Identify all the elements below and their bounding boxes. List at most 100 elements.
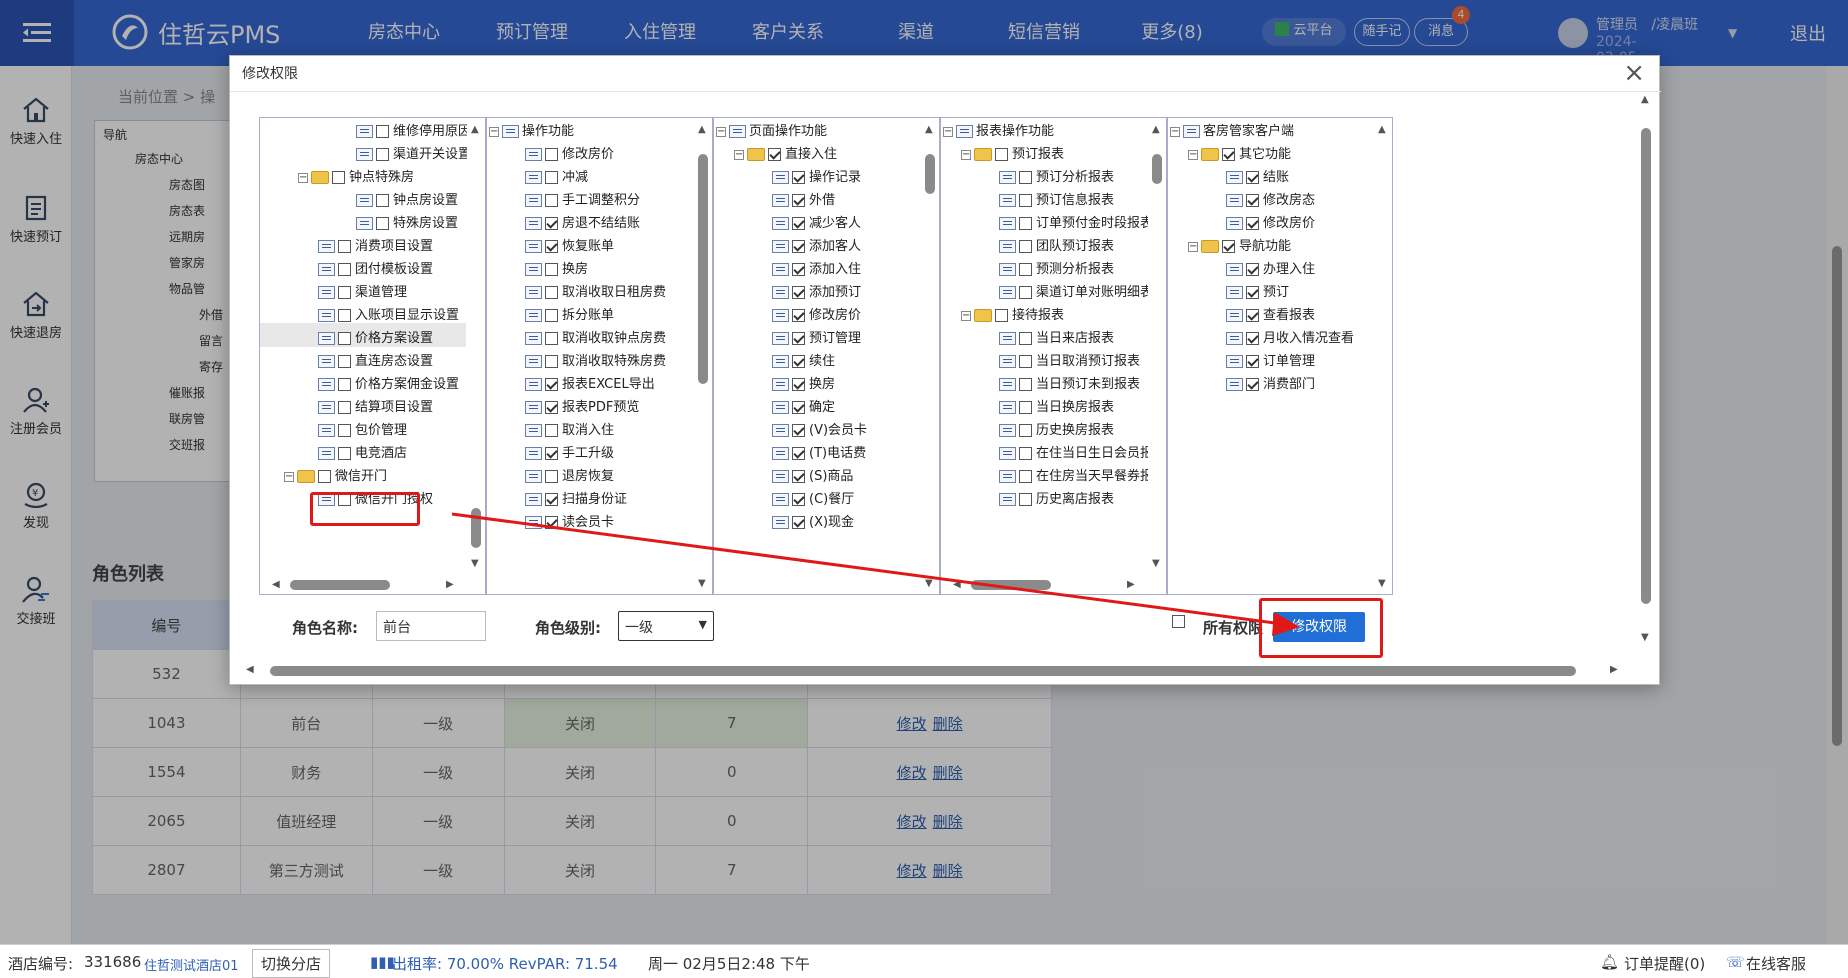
- permission-checkbox[interactable]: [1019, 217, 1032, 230]
- collapse-toggle-icon[interactable]: −: [734, 149, 744, 160]
- permission-checkbox[interactable]: [545, 171, 558, 184]
- switch-branch-button[interactable]: 切换分店: [252, 949, 331, 978]
- permission-checkbox[interactable]: [1019, 240, 1032, 253]
- permission-checkbox[interactable]: [545, 194, 558, 207]
- permission-checkbox[interactable]: [338, 309, 351, 322]
- permission-checkbox[interactable]: [545, 309, 558, 322]
- permission-checkbox[interactable]: [1246, 378, 1259, 391]
- permission-checkbox[interactable]: [318, 470, 331, 483]
- permission-checkbox[interactable]: [545, 401, 558, 414]
- permission-checkbox[interactable]: [338, 240, 351, 253]
- tree-node[interactable]: 读会员卡: [525, 509, 614, 536]
- tree-node[interactable]: (X)现金: [772, 509, 854, 536]
- permission-checkbox[interactable]: [768, 148, 781, 161]
- dialog-vertical-scrollbar[interactable]: ▲ ▼: [1635, 92, 1657, 652]
- all-permissions-checkbox[interactable]: [1172, 615, 1185, 628]
- collapse-toggle-icon[interactable]: −: [1188, 241, 1198, 252]
- permission-checkbox[interactable]: [1222, 148, 1235, 161]
- permission-checkbox[interactable]: [545, 493, 558, 506]
- permission-checkbox[interactable]: [1246, 332, 1259, 345]
- permission-checkbox[interactable]: [1246, 217, 1259, 230]
- panel-vertical-scrollbar[interactable]: ▲ ▼: [1148, 118, 1166, 594]
- permission-checkbox[interactable]: [338, 263, 351, 276]
- permission-checkbox[interactable]: [995, 148, 1008, 161]
- online-service-link[interactable]: 在线客服: [1746, 953, 1806, 974]
- permission-checkbox[interactable]: [1246, 355, 1259, 368]
- permission-checkbox[interactable]: [1019, 493, 1032, 506]
- panel-vertical-scrollbar[interactable]: ▲ ▼: [921, 118, 939, 594]
- permission-checkbox[interactable]: [1019, 424, 1032, 437]
- permission-checkbox[interactable]: [1222, 240, 1235, 253]
- panel-vertical-scrollbar[interactable]: ▲ ▼: [1374, 118, 1392, 594]
- close-icon[interactable]: ×: [1623, 58, 1645, 88]
- permission-checkbox[interactable]: [792, 240, 805, 253]
- permission-checkbox[interactable]: [1246, 171, 1259, 184]
- permission-checkbox[interactable]: [792, 401, 805, 414]
- permission-checkbox[interactable]: [338, 378, 351, 391]
- permission-checkbox[interactable]: [792, 493, 805, 506]
- permission-checkbox[interactable]: [545, 286, 558, 299]
- panel-vertical-scrollbar[interactable]: ▲ ▼: [694, 118, 712, 594]
- permission-checkbox[interactable]: [1246, 286, 1259, 299]
- permission-checkbox[interactable]: [792, 309, 805, 322]
- permission-checkbox[interactable]: [545, 217, 558, 230]
- permission-checkbox[interactable]: [545, 263, 558, 276]
- role-level-select[interactable]: 一级 ▼: [618, 611, 714, 641]
- permission-checkbox[interactable]: [338, 424, 351, 437]
- permission-checkbox[interactable]: [1019, 194, 1032, 207]
- permission-checkbox[interactable]: [1019, 378, 1032, 391]
- permission-checkbox[interactable]: [376, 125, 389, 138]
- permission-checkbox[interactable]: [792, 516, 805, 529]
- panel-vertical-scrollbar[interactable]: ▲ ▼: [467, 118, 485, 594]
- permission-checkbox[interactable]: [792, 447, 805, 460]
- permission-checkbox[interactable]: [376, 194, 389, 207]
- permission-checkbox[interactable]: [545, 470, 558, 483]
- permission-checkbox[interactable]: [1246, 309, 1259, 322]
- permission-checkbox[interactable]: [792, 171, 805, 184]
- permission-checkbox[interactable]: [792, 332, 805, 345]
- permission-checkbox[interactable]: [1019, 447, 1032, 460]
- permission-checkbox[interactable]: [338, 332, 351, 345]
- permission-checkbox[interactable]: [792, 355, 805, 368]
- collapse-toggle-icon[interactable]: −: [943, 126, 953, 137]
- permission-checkbox[interactable]: [792, 286, 805, 299]
- permission-checkbox[interactable]: [545, 516, 558, 529]
- permission-checkbox[interactable]: [792, 470, 805, 483]
- permission-checkbox[interactable]: [792, 378, 805, 391]
- permission-checkbox[interactable]: [792, 217, 805, 230]
- permission-checkbox[interactable]: [1246, 263, 1259, 276]
- collapse-toggle-icon[interactable]: −: [489, 126, 499, 137]
- role-name-input[interactable]: 前台: [376, 611, 486, 641]
- collapse-toggle-icon[interactable]: −: [961, 310, 971, 321]
- permission-checkbox[interactable]: [545, 355, 558, 368]
- permission-checkbox[interactable]: [792, 263, 805, 276]
- permission-checkbox[interactable]: [995, 309, 1008, 322]
- panel-horizontal-scrollbar[interactable]: ◀ ▶: [941, 576, 1166, 594]
- collapse-toggle-icon[interactable]: −: [284, 471, 294, 482]
- permission-checkbox[interactable]: [1019, 332, 1032, 345]
- panel-horizontal-scrollbar[interactable]: ◀ ▶: [260, 576, 485, 594]
- collapse-toggle-icon[interactable]: −: [298, 172, 308, 183]
- permission-checkbox[interactable]: [1246, 194, 1259, 207]
- permission-checkbox[interactable]: [1019, 263, 1032, 276]
- dialog-horizontal-scrollbar[interactable]: ◀ ▶: [230, 660, 1635, 682]
- permission-checkbox[interactable]: [545, 240, 558, 253]
- permission-checkbox[interactable]: [545, 148, 558, 161]
- tree-node[interactable]: 历史离店报表: [999, 486, 1114, 513]
- permission-checkbox[interactable]: [376, 148, 389, 161]
- permission-checkbox[interactable]: [338, 447, 351, 460]
- permission-checkbox[interactable]: [1019, 470, 1032, 483]
- permission-checkbox[interactable]: [545, 332, 558, 345]
- permission-checkbox[interactable]: [545, 424, 558, 437]
- permission-checkbox[interactable]: [1019, 401, 1032, 414]
- permission-checkbox[interactable]: [338, 401, 351, 414]
- permission-checkbox[interactable]: [1019, 171, 1032, 184]
- tree-node[interactable]: 消费部门: [1226, 371, 1315, 398]
- permission-checkbox[interactable]: [545, 447, 558, 460]
- permission-checkbox[interactable]: [1019, 355, 1032, 368]
- permission-checkbox[interactable]: [338, 286, 351, 299]
- permission-checkbox[interactable]: [332, 171, 345, 184]
- order-alert-link[interactable]: 订单提醒(0): [1624, 953, 1705, 974]
- permission-checkbox[interactable]: [376, 217, 389, 230]
- permission-checkbox[interactable]: [1019, 286, 1032, 299]
